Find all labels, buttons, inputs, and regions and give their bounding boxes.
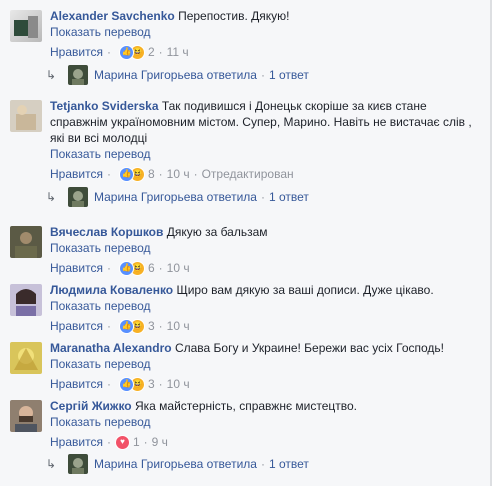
- like-reaction-icon: 👍: [118, 44, 134, 60]
- reaction-count: 3: [147, 377, 155, 391]
- reply-avatar: [68, 187, 88, 207]
- like-reaction-icon: 👍: [118, 376, 134, 392]
- avatar[interactable]: [10, 226, 42, 258]
- avatar[interactable]: [10, 100, 42, 132]
- comment-meta: Нравится · 👍 😆 6 · 10 ч: [50, 260, 190, 276]
- comment-meta: Нравится · 👍 😆 3 · 10 ч: [50, 318, 190, 334]
- comment-author[interactable]: Tetjanko Sviderska: [50, 99, 159, 113]
- reaction-count: 8: [147, 167, 155, 181]
- avatar[interactable]: [10, 400, 42, 432]
- comment-author[interactable]: Alexander Savchenko: [50, 9, 175, 23]
- reaction-summary[interactable]: 👍 😆: [118, 44, 145, 60]
- reply-arrow-icon: ↳: [46, 457, 57, 471]
- comment-meta: Нравится · 👍 😆 8 · 10 ч · Отредактирован: [50, 166, 294, 182]
- reply-arrow-icon: ↳: [46, 190, 57, 204]
- replies-link[interactable]: ↳ Марина Григорьева ответила · 1 ответ: [46, 453, 309, 475]
- reply-count[interactable]: 1 ответ: [269, 68, 309, 82]
- reaction-count: 3: [147, 319, 155, 333]
- like-reaction-icon: 👍: [118, 166, 134, 182]
- comment-time[interactable]: 10 ч: [167, 260, 190, 276]
- reaction-count: 6: [147, 261, 155, 275]
- love-reaction-icon: ♥: [114, 434, 130, 450]
- comment-text: Щиро вам дякую за ваші дописи. Дуже ціка…: [176, 283, 434, 297]
- avatar[interactable]: [10, 342, 42, 374]
- comment-text: Перепостив. Дякую!: [178, 9, 290, 23]
- see-translation-link[interactable]: Показать перевод: [50, 240, 480, 256]
- reaction-summary[interactable]: 👍 😆: [118, 376, 145, 392]
- reply-avatar: [68, 65, 88, 85]
- comment-text: Слава Богу и Украине! Бережи вас усіх Го…: [174, 341, 444, 355]
- comment-author[interactable]: Maranatha Alexandro: [50, 341, 172, 355]
- reaction-summary[interactable]: 👍 😆: [118, 318, 145, 334]
- reply-author-text[interactable]: Марина Григорьева ответила: [94, 190, 257, 204]
- comment-author[interactable]: Сергій Жижко: [50, 399, 132, 413]
- like-button[interactable]: Нравится: [50, 318, 103, 334]
- reaction-count: 1: [132, 435, 140, 449]
- comment-text: Дякую за бальзам: [166, 225, 268, 239]
- replies-link[interactable]: ↳ Марина Григорьева ответила · 1 ответ: [46, 186, 309, 208]
- reply-count[interactable]: 1 ответ: [269, 190, 309, 204]
- reaction-count: 2: [147, 45, 155, 59]
- replies-link[interactable]: ↳ Марина Григорьева ответила · 1 ответ: [46, 64, 309, 86]
- reply-author-text[interactable]: Марина Григорьева ответила: [94, 457, 257, 471]
- see-translation-link[interactable]: Показать перевод: [50, 24, 480, 40]
- reply-author-text[interactable]: Марина Григорьева ответила: [94, 68, 257, 82]
- like-button[interactable]: Нравится: [50, 260, 103, 276]
- edited-label[interactable]: Отредактирован: [202, 166, 294, 182]
- see-translation-link[interactable]: Показать перевод: [50, 298, 480, 314]
- reply-arrow-icon: ↳: [46, 68, 57, 82]
- reaction-summary[interactable]: ♥: [114, 434, 130, 450]
- like-button[interactable]: Нравится: [50, 434, 103, 450]
- comment-text: Яка майстерність, справжнє мистецтво.: [134, 399, 358, 413]
- comment-time[interactable]: 10 ч: [167, 166, 190, 182]
- see-translation-link[interactable]: Показать перевод: [50, 414, 480, 430]
- comment-author[interactable]: Вячеслав Коршков: [50, 225, 163, 239]
- comment-author[interactable]: Людмила Коваленко: [50, 283, 173, 297]
- reaction-summary[interactable]: 👍 😆: [118, 166, 145, 182]
- comment-meta: Нравится · 👍 😆 2 · 11 ч: [50, 44, 189, 60]
- comment-time[interactable]: 11 ч: [167, 44, 189, 60]
- avatar[interactable]: [10, 10, 42, 42]
- like-reaction-icon: 👍: [118, 260, 134, 276]
- reply-count[interactable]: 1 ответ: [269, 457, 309, 471]
- reply-avatar: [68, 454, 88, 474]
- like-button[interactable]: Нравится: [50, 376, 103, 392]
- comment-meta: Нравится · 👍 😆 3 · 10 ч: [50, 376, 190, 392]
- see-translation-link[interactable]: Показать перевод: [50, 146, 480, 162]
- like-button[interactable]: Нравится: [50, 44, 103, 60]
- comment-time[interactable]: 10 ч: [167, 376, 190, 392]
- reaction-summary[interactable]: 👍 😆: [118, 260, 145, 276]
- avatar[interactable]: [10, 284, 42, 316]
- comment-time[interactable]: 10 ч: [167, 318, 190, 334]
- see-translation-link[interactable]: Показать перевод: [50, 356, 480, 372]
- comment-time[interactable]: 9 ч: [152, 434, 168, 450]
- like-button[interactable]: Нравится: [50, 166, 103, 182]
- comment-meta: Нравится · ♥ 1 · 9 ч: [50, 434, 168, 450]
- like-reaction-icon: 👍: [118, 318, 134, 334]
